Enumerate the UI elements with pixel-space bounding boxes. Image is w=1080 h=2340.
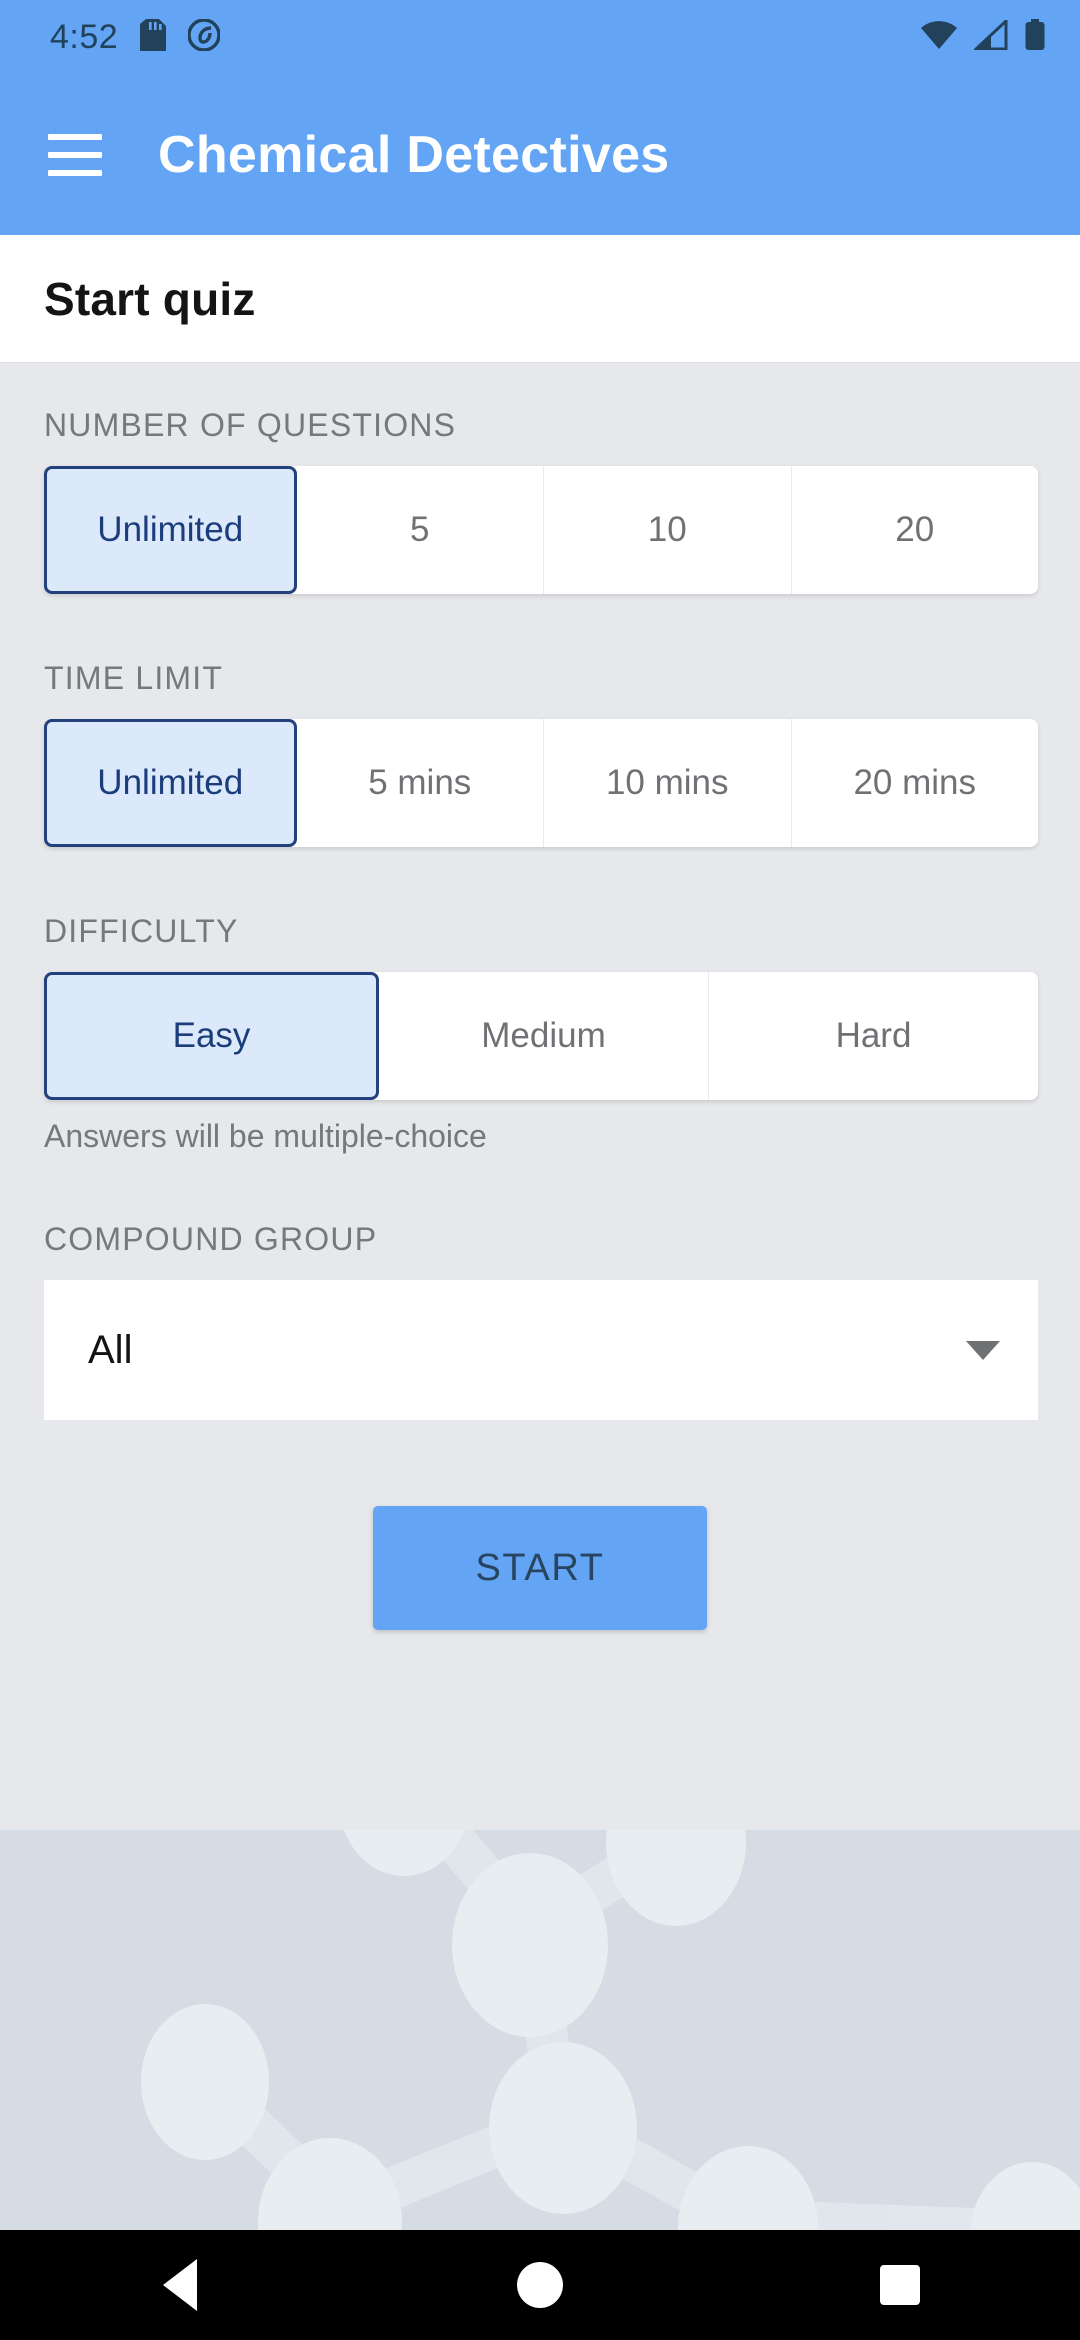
segment-time-unlimited[interactable]: Unlimited — [44, 719, 297, 847]
molecule-illustration — [141, 1830, 1080, 2230]
difficulty-control: Easy Medium Hard — [0, 972, 1080, 1100]
segmented-control-time: Unlimited 5 mins 10 mins 20 mins — [44, 719, 1038, 847]
battery-icon — [1024, 19, 1046, 56]
sd-card-icon — [140, 19, 167, 56]
segment-questions-5[interactable]: 5 — [296, 466, 544, 594]
app-screen: 4:52 Chemical Detectives Start quiz NUMB… — [0, 0, 1080, 2340]
page-title: Start quiz — [44, 272, 256, 325]
compound-group-label: COMPOUND GROUP — [44, 1221, 378, 1257]
chevron-down-icon — [966, 1340, 1000, 1360]
time-limit-control: Unlimited 5 mins 10 mins 20 mins — [0, 719, 1080, 847]
segmented-control-difficulty: Easy Medium Hard — [44, 972, 1038, 1100]
recents-button[interactable] — [840, 2230, 960, 2340]
segmented-control-questions: Unlimited 5 10 20 — [44, 466, 1038, 594]
recents-square-icon — [880, 2265, 920, 2305]
status-bar-clock: 4:52 — [50, 18, 119, 56]
segment-time-10-mins[interactable]: 10 mins — [544, 719, 792, 847]
cellular-signal-icon — [972, 17, 1008, 55]
app-bar: Chemical Detectives — [0, 75, 1080, 235]
difficulty-label: DIFFICULTY — [44, 913, 239, 949]
screenshot-capture-icon — [187, 18, 221, 56]
segment-time-5-mins[interactable]: 5 mins — [296, 719, 544, 847]
compound-group-selected-value: All — [88, 1327, 133, 1372]
segment-questions-unlimited[interactable]: Unlimited — [44, 466, 297, 594]
segment-difficulty-hard[interactable]: Hard — [709, 972, 1038, 1100]
back-button[interactable] — [120, 2230, 240, 2340]
status-bar-left: 4:52 — [50, 18, 221, 57]
segment-time-20-mins[interactable]: 20 mins — [791, 719, 1038, 847]
status-bar-right — [920, 17, 1046, 56]
hamburger-menu-icon[interactable] — [48, 134, 102, 176]
difficulty-helper-text: Answers will be multiple-choice — [44, 1118, 487, 1154]
segment-difficulty-easy[interactable]: Easy — [44, 972, 379, 1100]
status-bar: 4:52 — [0, 0, 1080, 75]
start-button[interactable]: START — [373, 1506, 707, 1630]
quiz-settings-form: NUMBER OF QUESTIONS Unlimited 5 10 20 TI… — [0, 363, 1080, 1823]
android-navigation-bar — [0, 2230, 1080, 2340]
home-circle-icon — [517, 2262, 563, 2308]
app-title: Chemical Detectives — [158, 126, 670, 184]
segment-difficulty-medium[interactable]: Medium — [379, 972, 709, 1100]
page-title-bar: Start quiz — [0, 235, 1080, 363]
time-limit-label: TIME LIMIT — [44, 660, 224, 696]
segment-questions-10[interactable]: 10 — [544, 466, 792, 594]
compound-group-dropdown[interactable]: All — [44, 1280, 1038, 1420]
number-of-questions-label: NUMBER OF QUESTIONS — [44, 407, 457, 443]
start-button-container: START — [0, 1420, 1080, 1630]
wifi-icon — [920, 20, 958, 55]
segment-questions-20[interactable]: 20 — [791, 466, 1038, 594]
molecule-background-decoration — [0, 1830, 1080, 2230]
number-of-questions-control: Unlimited 5 10 20 — [0, 466, 1080, 594]
back-triangle-icon — [163, 2259, 197, 2311]
home-button[interactable] — [480, 2230, 600, 2340]
